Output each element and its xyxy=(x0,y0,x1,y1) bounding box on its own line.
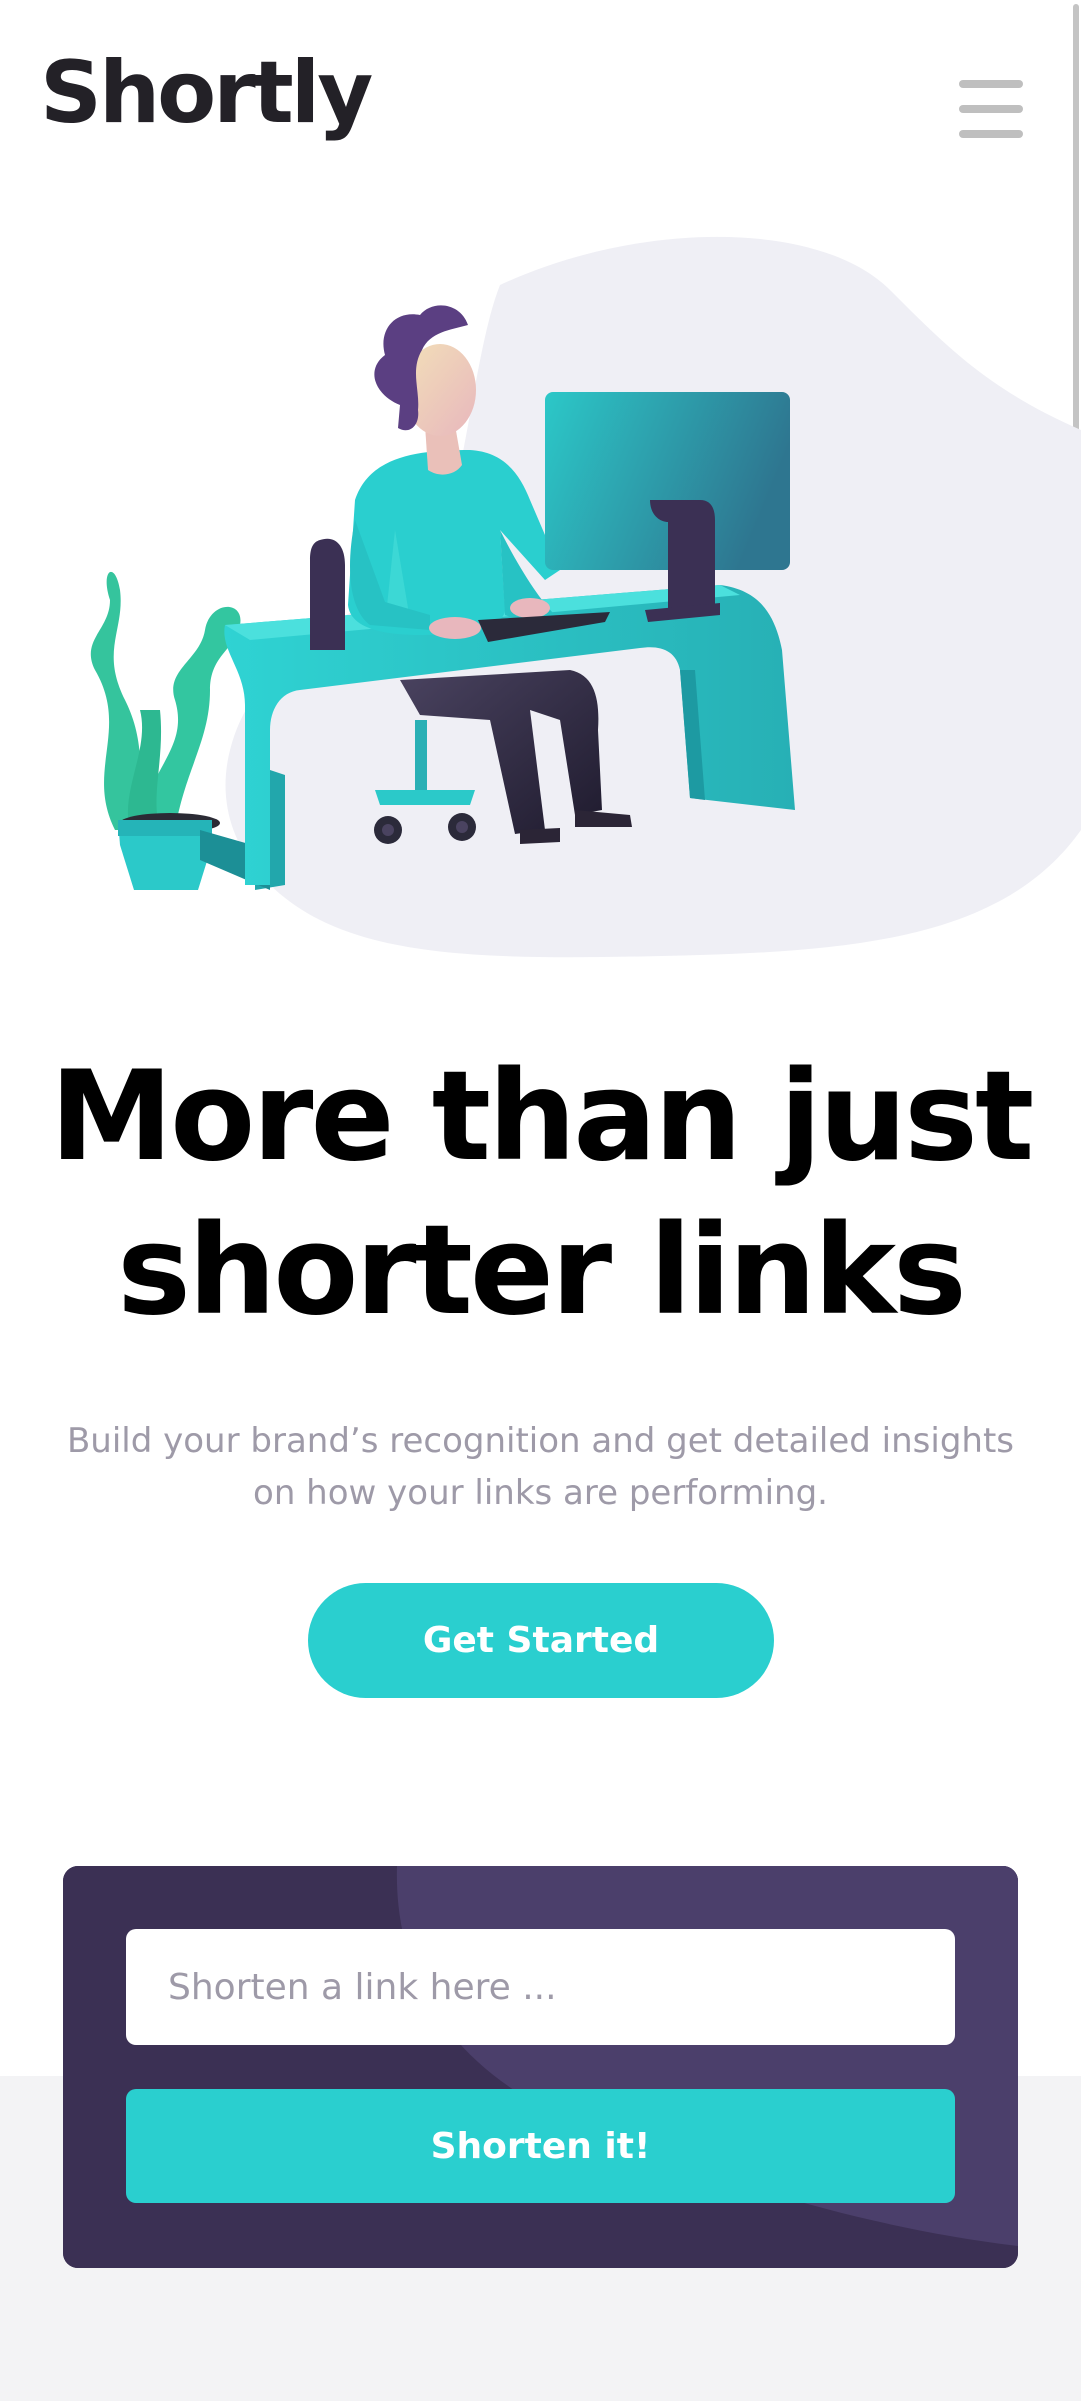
hero-title: More than just shorter links xyxy=(0,1040,1081,1348)
card-background-pattern xyxy=(63,1866,1018,2268)
menu-bar xyxy=(959,80,1023,88)
get-started-button[interactable]: Get Started xyxy=(308,1583,774,1698)
hamburger-menu-icon[interactable] xyxy=(957,78,1025,140)
working-illustration xyxy=(90,236,1081,958)
logo[interactable]: Shortly xyxy=(40,50,373,136)
shorten-button[interactable]: Shorten it! xyxy=(126,2089,955,2203)
link-input[interactable]: Shorten a link here ... xyxy=(126,1929,955,2045)
hero-subtitle: Build your brand’s recognition and get d… xyxy=(20,1415,1061,1519)
hero-subtitle-line-2: on how your links are performing. xyxy=(253,1473,828,1513)
menu-bar xyxy=(959,130,1023,138)
menu-bar xyxy=(959,105,1023,113)
landing-page: Shortly More than just shorter links Bui… xyxy=(0,0,1081,2401)
shorten-form: Shorten a link here ... Shorten it! xyxy=(63,1866,1018,2268)
hero-subtitle-line-1: Build your brand’s recognition and get d… xyxy=(66,1421,1015,1461)
hero-title-line-1: More than just xyxy=(49,1045,1035,1189)
hero-title-line-2: shorter links xyxy=(117,1199,967,1343)
link-input-placeholder: Shorten a link here ... xyxy=(168,1966,557,2008)
